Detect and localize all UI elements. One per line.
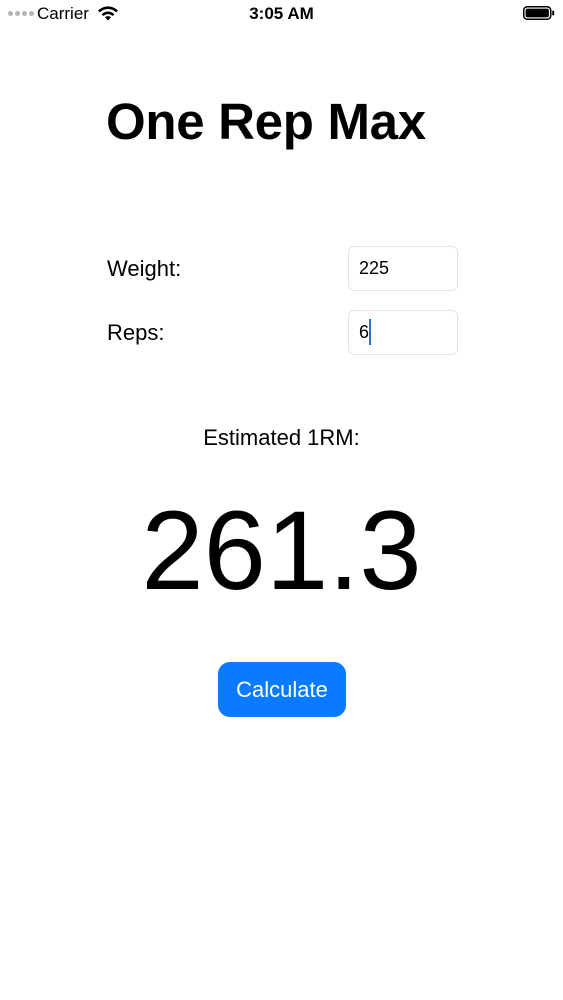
- reps-label: Reps:: [107, 320, 165, 345]
- result-value: 261.3: [141, 488, 422, 613]
- status-bar: Carrier 3:05 AM: [0, 0, 563, 28]
- weight-label: Weight:: [107, 256, 182, 281]
- result-label: Estimated 1RM:: [203, 425, 360, 450]
- text-cursor: [369, 319, 371, 345]
- reps-field[interactable]: [348, 310, 458, 355]
- weight-field[interactable]: [348, 246, 458, 291]
- calculate-button[interactable]: Calculate: [218, 662, 346, 717]
- battery-icon: [523, 6, 555, 20]
- page-title: One Rep Max: [106, 93, 426, 150]
- clock-time: 3:05 AM: [249, 4, 314, 23]
